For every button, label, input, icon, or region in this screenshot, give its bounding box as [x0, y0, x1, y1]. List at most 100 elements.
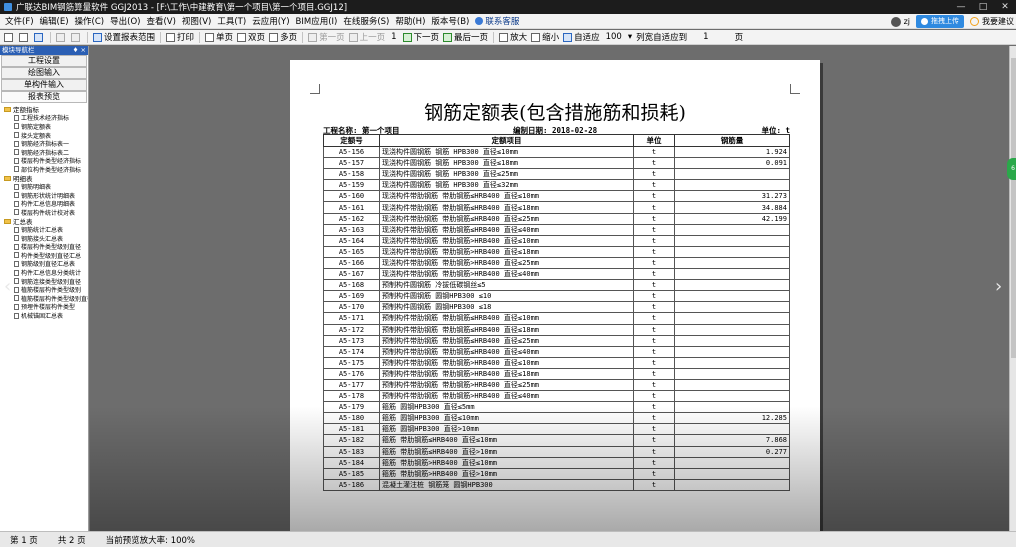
vertical-scrollbar[interactable] [1009, 46, 1016, 531]
zoom-value-input[interactable]: 100 [602, 32, 626, 42]
single-page-button[interactable]: 单页 [203, 31, 235, 43]
tree-folder[interactable]: 定额指标 [0, 105, 88, 114]
avatar [890, 16, 901, 27]
cell-item: 现浇构件圆钢筋 钢筋 HPB300 直径≤32mm [379, 179, 634, 192]
tree-item[interactable]: 钢筋形状统计明细表 [0, 191, 88, 200]
tree-item[interactable]: 钢筋明细表 [0, 182, 88, 191]
double-page-button[interactable]: 双页 [235, 31, 267, 43]
minimize-button[interactable]: — [950, 0, 972, 14]
maximize-button[interactable]: □ [972, 0, 994, 14]
tree-folder[interactable]: 汇总表 [0, 217, 88, 225]
tree-item[interactable]: 钢筋定额表 [0, 122, 88, 131]
set-report-range-button[interactable]: 设置报表范围 [91, 31, 157, 43]
tree-item-label: 构件汇总信息分类统计 [21, 270, 82, 277]
panel-pin-close[interactable]: ♦ × [73, 46, 86, 55]
menu-bim[interactable]: BIM应用(I) [293, 15, 341, 27]
tree-item[interactable]: 楼层构件类型级别直径 [0, 243, 88, 251]
tree-item[interactable]: 部位构件类型经济指标 [0, 165, 88, 174]
tree-folder[interactable]: 明细表 [0, 174, 88, 182]
cell-unit: t [633, 190, 675, 203]
tree-item[interactable]: 钢筋统计汇总表 [0, 225, 88, 234]
cell-item: 现浇构件带肋钢筋 带肋钢筋>HRB400 直径≤18mm [379, 245, 634, 258]
cell-quantity: 0.091 [674, 157, 790, 170]
tree-item[interactable]: 钢筋接头汇总表 [0, 234, 88, 243]
tree-item[interactable]: 钢筋级别直径汇总表 [0, 260, 88, 268]
cell-unit: t [633, 445, 675, 458]
toolbar-separator [87, 31, 88, 43]
tree-item[interactable]: 接头定额表 [0, 131, 88, 139]
nav-drawing-input[interactable]: 绘图输入 [1, 67, 87, 79]
tree-item[interactable]: 楼层构件类型经济指标 [0, 157, 88, 165]
tree-item-label: 钢筋形状统计明细表 [21, 192, 76, 200]
cell-code: A5-166 [323, 256, 380, 270]
table-row: A5-184 箍筋 带肋钢筋>HRB400 直径≤10mm t [323, 456, 790, 469]
menu-online[interactable]: 在线服务(S) [340, 15, 392, 27]
scrollbar-thumb[interactable] [1011, 58, 1016, 358]
tree-item[interactable]: 构件汇总信息明细表 [0, 200, 88, 208]
cell-item: 现浇构件圆钢筋 钢筋 HPB300 直径≤25mm [379, 168, 634, 181]
table-row: A5-183 箍筋 带肋钢筋≤HRB400 直径>10mm t 0.277 [323, 445, 790, 458]
menu-cloud[interactable]: 云应用(Y) [249, 15, 292, 27]
redo-button[interactable] [69, 32, 84, 42]
suggest-button[interactable]: 我要建议 [970, 16, 1014, 27]
zoom-dropdown[interactable]: ▾ [626, 32, 634, 42]
tree-item[interactable]: 钢筋经济指标表二 [0, 148, 88, 157]
nav-report-preview[interactable]: 报表预览 [1, 91, 87, 103]
prev-page-button[interactable]: 上一页 [347, 31, 388, 43]
fit-button[interactable]: 自适应 [561, 31, 602, 43]
menu-edit[interactable]: 编辑(E) [37, 15, 72, 27]
tree-item[interactable]: 工程技术经济指标 [0, 114, 88, 122]
document-icon [14, 183, 19, 190]
save-file-button[interactable] [32, 32, 47, 42]
tree-item[interactable]: 构件汇总信息分类统计 [0, 268, 88, 277]
cell-quantity [674, 334, 790, 347]
last-page-button[interactable]: 最后一页 [441, 31, 490, 43]
tree-item[interactable]: 钢筋连接类型级别直径 [0, 277, 88, 285]
side-badge[interactable]: 6 [1007, 158, 1016, 180]
new-file-button[interactable] [2, 32, 17, 42]
print-button[interactable]: 打印 [164, 31, 196, 43]
tree-item[interactable]: 构件类型级别直径汇总 [0, 251, 88, 260]
tree-item-label: 钢筋接头汇总表 [21, 235, 64, 243]
tree-item-label: 钢筋经济指标表二 [21, 149, 70, 157]
chevron-right-icon[interactable]: › [995, 276, 1002, 297]
tree-item[interactable]: 机械锚固汇总表 [0, 311, 88, 320]
table-row: A5-171 预制构件带肋钢筋 带肋钢筋≤HRB400 直径≤10mm t [323, 312, 790, 325]
chevron-left-icon[interactable]: ‹ [4, 276, 11, 297]
next-page-button[interactable]: 下一页 [401, 31, 442, 43]
tree-item[interactable]: 楼层构件统计校对表 [0, 208, 88, 217]
menu-operate[interactable]: 操作(C) [72, 15, 108, 27]
user-account[interactable]: zj [890, 16, 910, 27]
page-number-input[interactable]: 1 [387, 32, 400, 42]
tree-item[interactable]: 植筋楼层构件类型级别直径 [0, 294, 88, 303]
menu-help[interactable]: 帮助(H) [392, 15, 428, 27]
zoom-out-button[interactable]: 缩小 [529, 31, 561, 43]
customer-service-link[interactable]: 联系客服 [472, 15, 522, 27]
open-file-button[interactable] [17, 32, 32, 42]
tree-item[interactable]: 预埋件楼层构件类型 [0, 303, 88, 311]
upload-button[interactable]: 拖拽上传 [916, 15, 964, 28]
zoom-in-button[interactable]: 放大 [497, 31, 529, 43]
menu-export[interactable]: 导出(O) [107, 15, 143, 27]
menu-viewport[interactable]: 视图(V) [179, 15, 214, 27]
first-page-button[interactable]: 第一页 [306, 31, 347, 43]
cell-quantity [674, 256, 790, 270]
print-label: 打印 [177, 33, 195, 43]
menu-version[interactable]: 版本号(B) [428, 15, 472, 27]
table-row: A5-181 箍筋 圆钢HPB300 直径>10mm t [323, 423, 790, 436]
menu-file[interactable]: 文件(F) [2, 15, 37, 27]
tree-item[interactable]: 钢筋经济指标表一 [0, 139, 88, 148]
undo-button[interactable] [54, 32, 69, 42]
column-fit-input[interactable]: 1 [689, 32, 732, 42]
menu-tools[interactable]: 工具(T) [214, 15, 249, 27]
table-row: A5-174 预制构件带肋钢筋 带肋钢筋≤HRB400 直径≤40mm t [323, 345, 790, 358]
menu-view[interactable]: 查看(V) [143, 15, 178, 27]
nav-project-settings[interactable]: 工程设置 [1, 55, 87, 67]
close-button[interactable]: ✕ [994, 0, 1016, 14]
set-report-range-label: 设置报表范围 [104, 33, 156, 43]
document-icon [14, 192, 19, 199]
cell-unit: t [633, 434, 675, 447]
tree-item[interactable]: 植筋楼层构件类型级别 [0, 285, 88, 294]
nav-single-component-input[interactable]: 单构件输入 [1, 79, 87, 91]
multi-page-button[interactable]: 多页 [267, 31, 299, 43]
